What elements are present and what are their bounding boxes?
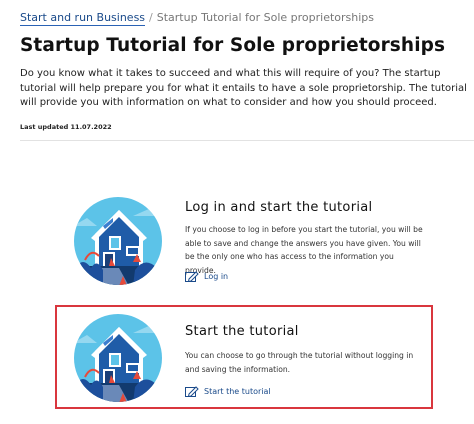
page-title: Startup Tutorial for Sole proprietorship… [20,35,446,56]
house-illustration-icon [73,313,163,403]
edit-pencil-icon [185,386,199,397]
card-title-start: Start the tutorial [185,324,299,339]
house-illustration-icon [73,196,163,286]
divider [20,140,474,141]
card-description-login: If you choose to log in before you start… [185,225,423,275]
page-intro: Do you know what it takes to succeed and… [20,68,467,108]
start-tutorial-link-label: Start the tutorial [204,386,271,396]
start-tutorial-link[interactable]: Start the tutorial [185,385,271,397]
breadcrumb-link-start-and-run-business[interactable]: Start and run Business [20,11,146,26]
breadcrumb-separator: / [149,11,153,24]
card-title-login: Log in and start the tutorial [185,200,373,215]
last-updated: Last updated 11.07.2022 [20,123,112,131]
login-tutorial-card: Log in and start the tutorial If you cho… [55,190,433,295]
breadcrumb: Start and run Business / Startup Tutorial … [20,11,375,26]
edit-pencil-icon [185,271,199,282]
card-description-start: You can choose to go through the tutoria… [185,351,414,374]
login-link[interactable]: Log in [185,270,228,282]
start-tutorial-card: Start the tutorial You can choose to go … [55,305,433,409]
breadcrumb-current: Startup Tutorial for Sole proprietorship… [156,11,375,24]
login-link-label: Log in [204,271,229,281]
